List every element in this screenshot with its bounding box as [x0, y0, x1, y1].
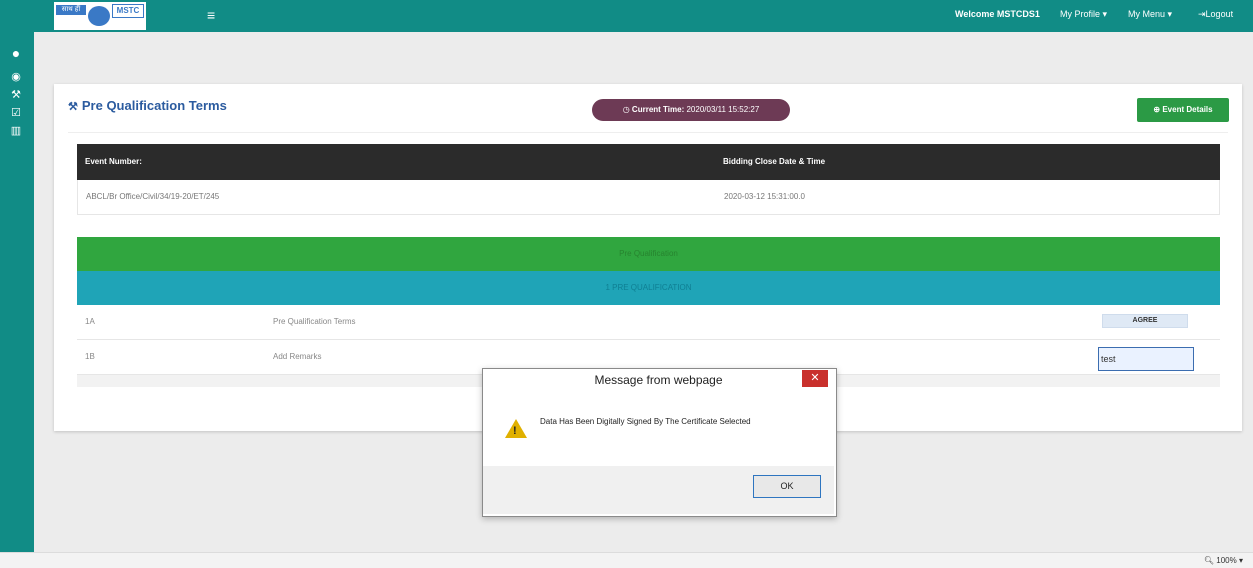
- dialog-title: Message from webpage: [594, 373, 723, 387]
- chart-icon[interactable]: ▥: [8, 124, 24, 138]
- row-label: Add Remarks: [273, 352, 322, 361]
- logo-text-left: साथ हीं: [56, 5, 86, 15]
- zoom-control[interactable]: 🔍︎ 100% ▾: [1204, 556, 1243, 565]
- current-time-value: 2020/03/11 15:52:27: [686, 105, 760, 114]
- chevron-down-icon: ▾: [1236, 556, 1243, 565]
- logo: साथ हीं MSTC: [54, 2, 146, 30]
- logout-icon: ⇥: [1198, 9, 1206, 19]
- sidebar: ● ◉ ⚒ ☑ ▥: [0, 32, 34, 552]
- event-number-value: ABCL/Br Office/Civil/34/19-20/ET/245: [86, 192, 220, 201]
- my-menu[interactable]: My Menu ▾: [1128, 9, 1172, 20]
- event-details-button[interactable]: ⊕ Event Details: [1137, 98, 1229, 122]
- pre-qualification-table: Pre Qualification 1 PRE QUALIFICATION 1A…: [77, 237, 1220, 387]
- logout-label: Logout: [1205, 9, 1234, 19]
- bidding-close-header: Bidding Close Date & Time: [723, 157, 826, 166]
- logout-link[interactable]: ⇥Logout: [1198, 9, 1233, 20]
- user-icon[interactable]: ●: [8, 46, 24, 60]
- dialog-message: Data Has Been Digitally Signed By The Ce…: [540, 417, 751, 426]
- table-row: ABCL/Br Office/Civil/34/19-20/ET/245 202…: [77, 180, 1220, 215]
- message-dialog: Message from webpage ✕ ! Data Has Been D…: [482, 368, 837, 517]
- logo-emblem-icon: [88, 6, 110, 26]
- page-title: ⚒ Pre Qualification Terms: [68, 98, 227, 113]
- zoom-icon: 🔍︎: [1203, 556, 1217, 565]
- current-time-label: Current Time:: [631, 105, 685, 114]
- my-profile-menu[interactable]: My Profile ▾: [1060, 9, 1107, 20]
- event-number-header: Event Number:: [85, 157, 142, 166]
- gavel-icon[interactable]: ⚒: [8, 88, 24, 102]
- row-label: Pre Qualification Terms: [273, 317, 356, 326]
- bidding-close-value: 2020-03-12 15:31:00.0: [724, 192, 805, 201]
- pre-qualification-header: Pre Qualification: [77, 237, 1220, 271]
- page-title-text: Pre Qualification Terms: [81, 98, 227, 113]
- agree-button[interactable]: AGREE: [1102, 314, 1188, 328]
- clock-icon: ◷: [622, 105, 632, 114]
- dialog-body: ! Data Has Been Digitally Signed By The …: [483, 394, 834, 466]
- status-bar: 🔍︎ 100% ▾: [0, 552, 1253, 568]
- close-icon[interactable]: ✕: [802, 370, 828, 387]
- pre-qualification-subheader: 1 PRE QUALIFICATION: [77, 271, 1220, 305]
- divider: [68, 132, 1228, 133]
- plus-circle-icon: ⊕: [1153, 105, 1163, 114]
- row-id: 1B: [85, 352, 95, 361]
- warning-mark: !: [513, 425, 517, 437]
- event-table-header: Event Number: Bidding Close Date & Time: [77, 144, 1220, 180]
- gavel-icon: ⚒: [68, 101, 78, 113]
- logo-text-right: MSTC: [112, 4, 144, 18]
- hamburger-menu-icon[interactable]: ≡: [207, 8, 219, 22]
- remarks-input[interactable]: test: [1098, 347, 1194, 371]
- row-id: 1A: [85, 317, 95, 326]
- ok-button[interactable]: OK: [753, 475, 821, 498]
- dashboard-icon[interactable]: ◉: [8, 70, 24, 84]
- table-row: 1A Pre Qualification Terms AGREE: [77, 305, 1220, 340]
- zoom-level: 100%: [1216, 556, 1237, 565]
- check-icon[interactable]: ☑: [8, 106, 24, 120]
- event-details-label: Event Details: [1162, 105, 1213, 114]
- welcome-text: Welcome MSTCDS1: [955, 9, 1040, 19]
- current-time-badge: ◷ Current Time: 2020/03/11 15:52:27: [592, 99, 790, 121]
- top-navbar: साथ हीं MSTC ≡ Welcome MSTCDS1 My Profil…: [0, 0, 1253, 32]
- event-table: Event Number: Bidding Close Date & Time …: [77, 144, 1220, 215]
